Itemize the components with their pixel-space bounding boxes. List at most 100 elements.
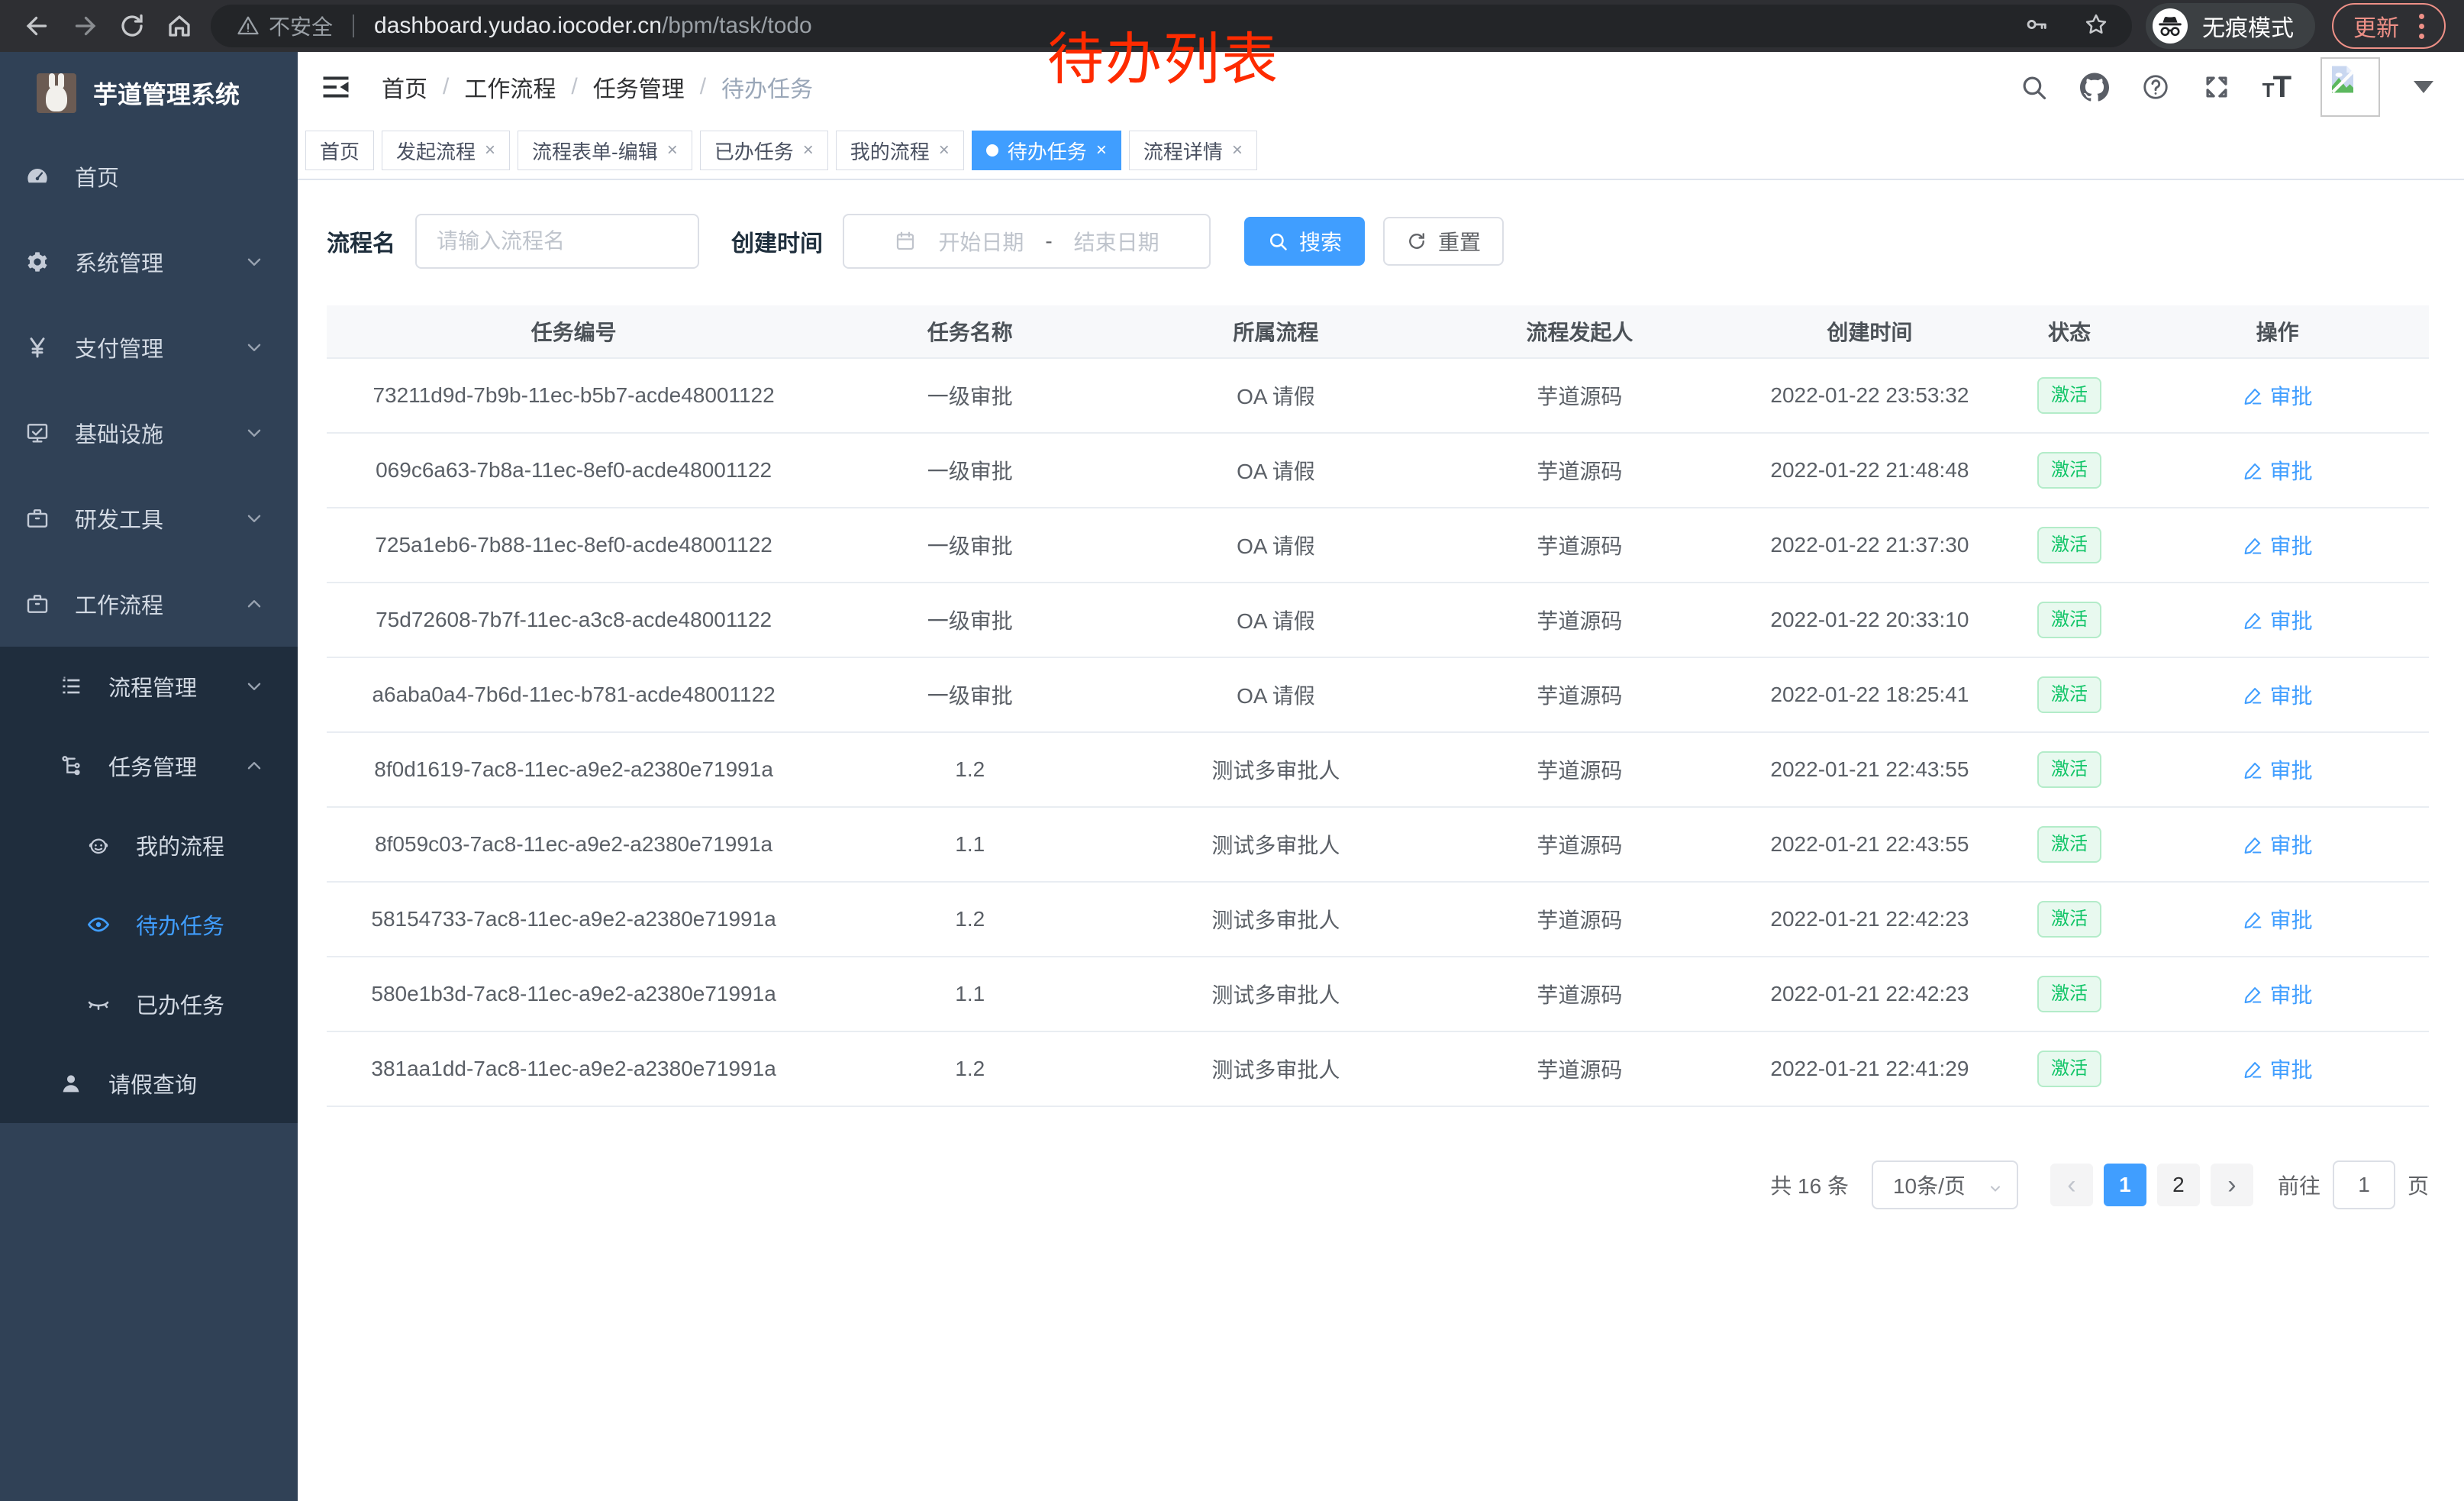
tab-close-icon[interactable]: × — [1232, 140, 1243, 161]
browser-forward-button[interactable] — [61, 2, 108, 50]
cell-process: OA 请假 — [1119, 530, 1432, 560]
pagination: 共 16 条 10条/页 ‹ 12 › 前往 页 — [327, 1160, 2429, 1209]
browser-back-button[interactable] — [14, 2, 61, 50]
browser-reload-button[interactable] — [108, 2, 156, 50]
topbar: 首页/工作流程/任务管理/待办任务 TT — [298, 52, 2464, 122]
page-button-1[interactable]: 1 — [2104, 1164, 2146, 1206]
approve-link-label: 审批 — [2270, 829, 2313, 860]
approve-link[interactable]: 审批 — [2243, 1054, 2313, 1084]
breadcrumb-item[interactable]: 工作流程 — [464, 70, 556, 104]
browser-home-button[interactable] — [156, 2, 203, 50]
approve-link-label: 审批 — [2270, 979, 2313, 1009]
cell-task-id: 381aa1dd-7ac8-11ec-a9e2-a2380e71991a — [327, 1057, 821, 1081]
approve-link[interactable]: 审批 — [2243, 380, 2313, 411]
sidebar-item-流程管理[interactable]: 流程管理 — [0, 647, 298, 726]
sidebar-item-系统管理[interactable]: 系统管理 — [0, 219, 298, 305]
browser-update-button[interactable]: 更新 — [2332, 3, 2446, 49]
approve-link[interactable]: 审批 — [2243, 979, 2313, 1009]
cell-process: 测试多审批人 — [1119, 1054, 1432, 1084]
url-text[interactable]: dashboard.yudao.iocoder.cn/bpm/task/todo — [374, 13, 812, 39]
browser-menu-icon[interactable] — [2414, 14, 2429, 39]
cell-starter: 芋道源码 — [1433, 904, 1727, 934]
cell-starter: 芋道源码 — [1433, 455, 1727, 486]
help-icon[interactable] — [2140, 72, 2171, 102]
tab-close-icon[interactable]: × — [939, 140, 950, 161]
approve-link[interactable]: 审批 — [2243, 455, 2313, 486]
sidebar-collapse-icon[interactable] — [319, 70, 353, 104]
cell-starter: 芋道源码 — [1433, 754, 1727, 785]
next-page-button[interactable]: › — [2211, 1164, 2253, 1206]
sidebar-item-工作流程[interactable]: 工作流程 — [0, 561, 298, 647]
tab-发起流程[interactable]: 发起流程× — [382, 131, 510, 170]
tab-流程表单-编辑[interactable]: 流程表单-编辑× — [518, 131, 692, 170]
tab-流程详情[interactable]: 流程详情× — [1129, 131, 1257, 170]
sidebar-item-待办任务[interactable]: 待办任务 — [0, 885, 298, 964]
sidebar-item-基础设施[interactable]: 基础设施 — [0, 390, 298, 476]
sidebar-item-任务管理[interactable]: 任务管理 — [0, 726, 298, 805]
cell-starter: 芋道源码 — [1433, 1054, 1727, 1084]
tab-我的流程[interactable]: 我的流程× — [836, 131, 964, 170]
date-range-picker[interactable]: 开始日期 - 结束日期 — [843, 214, 1211, 269]
sidebar-item-首页[interactable]: 首页 — [0, 134, 298, 219]
search-button[interactable]: 搜索 — [1244, 217, 1365, 266]
breadcrumb-item[interactable]: 首页 — [382, 70, 427, 104]
goto-page-input[interactable] — [2333, 1160, 2395, 1209]
sidebar-item-请假查询[interactable]: 请假查询 — [0, 1044, 298, 1123]
font-size-icon[interactable]: TT — [2262, 72, 2290, 102]
cell-process: 测试多审批人 — [1119, 979, 1432, 1009]
bookmark-star-icon[interactable] — [2083, 11, 2109, 41]
create-time-label: 创建时间 — [731, 224, 823, 258]
approve-link[interactable]: 审批 — [2243, 829, 2313, 860]
approve-link[interactable]: 审批 — [2243, 904, 2313, 934]
approve-link[interactable]: 审批 — [2243, 754, 2313, 785]
tab-待办任务[interactable]: 待办任务× — [972, 131, 1121, 170]
search-icon[interactable] — [2018, 72, 2049, 102]
refresh-icon — [1406, 231, 1427, 252]
table-row: 381aa1dd-7ac8-11ec-a9e2-a2380e71991a1.2测… — [327, 1032, 2429, 1107]
process-name-input[interactable] — [415, 214, 699, 269]
cell-process: OA 请假 — [1119, 455, 1432, 486]
sidebar-item-已办任务[interactable]: 已办任务 — [0, 964, 298, 1044]
tab-close-icon[interactable]: × — [485, 140, 495, 161]
tab-label: 首页 — [320, 137, 360, 165]
avatar-dropdown-caret[interactable] — [2414, 81, 2433, 93]
reset-button[interactable]: 重置 — [1383, 217, 1504, 266]
github-icon[interactable] — [2079, 72, 2110, 102]
user-icon — [58, 1070, 84, 1096]
end-date-placeholder: 结束日期 — [1074, 226, 1159, 257]
tab-首页[interactable]: 首页 — [305, 131, 374, 170]
briefcase-icon — [24, 591, 50, 617]
page-button-2[interactable]: 2 — [2157, 1164, 2200, 1206]
avatar[interactable] — [2320, 57, 2380, 117]
app-logo-row[interactable]: 芋道管理系统 — [0, 52, 298, 134]
breadcrumb-item[interactable]: 任务管理 — [593, 70, 685, 104]
cell-starter: 芋道源码 — [1433, 380, 1727, 411]
yen-icon — [24, 334, 50, 360]
fullscreen-icon[interactable] — [2201, 72, 2232, 102]
page-size-select[interactable]: 10条/页 — [1872, 1160, 2018, 1209]
approve-link[interactable]: 审批 — [2243, 605, 2313, 635]
approve-link[interactable]: 审批 — [2243, 679, 2313, 710]
tab-close-icon[interactable]: × — [803, 140, 814, 161]
sidebar-item-我的流程[interactable]: 我的流程 — [0, 805, 298, 885]
sidebar-item-研发工具[interactable]: 研发工具 — [0, 476, 298, 561]
key-icon[interactable] — [2024, 11, 2050, 41]
cell-process: 测试多审批人 — [1119, 829, 1432, 860]
approve-link[interactable]: 审批 — [2243, 530, 2313, 560]
cell-task-name: 1.2 — [821, 907, 1119, 931]
tab-close-icon[interactable]: × — [667, 140, 678, 161]
status-badge: 激活 — [2037, 377, 2101, 415]
dashboard-icon — [24, 163, 50, 189]
chevron-up-icon — [244, 594, 264, 614]
cell-task-name: 1.1 — [821, 832, 1119, 857]
status-badge: 激活 — [2037, 826, 2101, 863]
table-body: 73211d9d-7b9b-11ec-b5b7-acde48001122一级审批… — [327, 359, 2429, 1107]
column-header-操作: 操作 — [2126, 316, 2429, 347]
status-badge: 激活 — [2037, 452, 2101, 489]
cell-task-id: 725a1eb6-7b88-11ec-8ef0-acde48001122 — [327, 533, 821, 557]
prev-page-button[interactable]: ‹ — [2050, 1164, 2093, 1206]
tab-已办任务[interactable]: 已办任务× — [700, 131, 828, 170]
tab-close-icon[interactable]: × — [1096, 140, 1107, 161]
column-header-任务编号: 任务编号 — [327, 316, 821, 347]
sidebar-item-支付管理[interactable]: 支付管理 — [0, 305, 298, 390]
